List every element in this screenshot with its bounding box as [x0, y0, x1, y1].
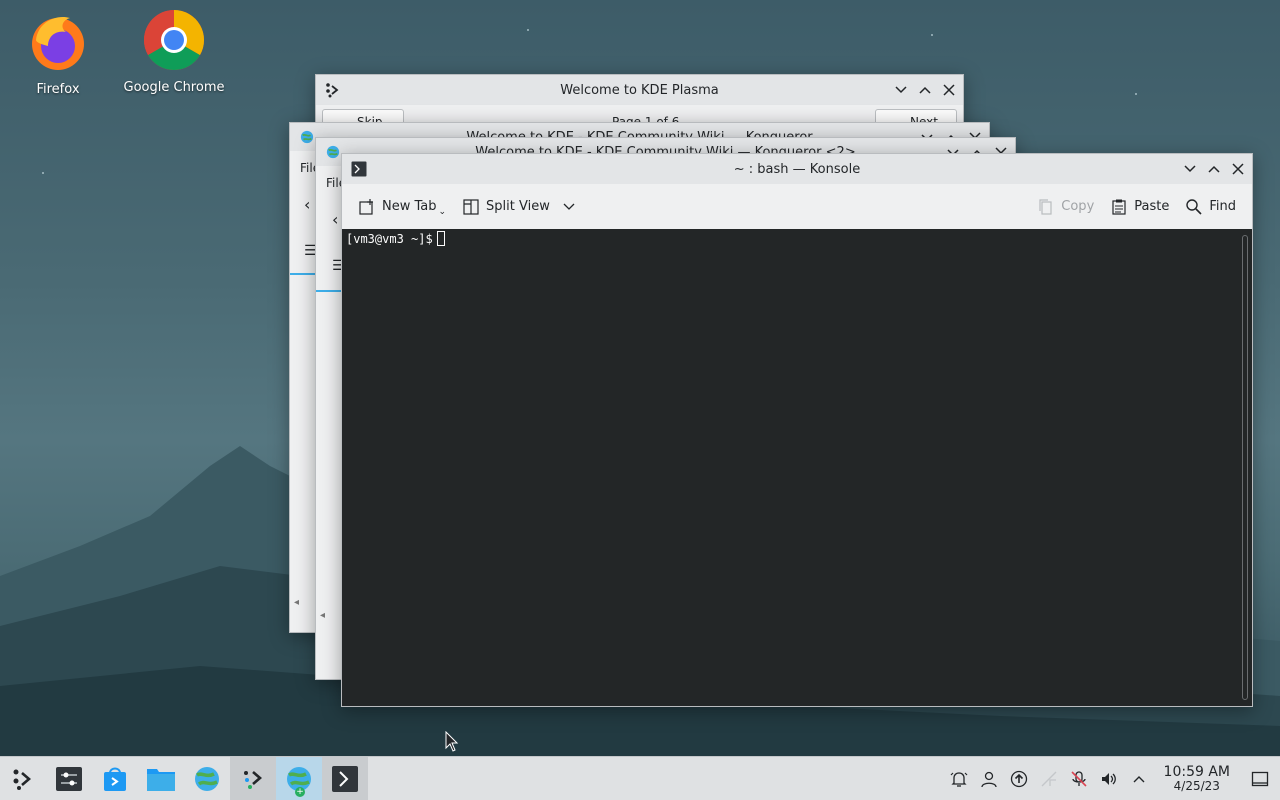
tab-indicator — [316, 290, 342, 292]
star — [931, 34, 933, 36]
maximize-button[interactable] — [915, 80, 935, 100]
chrome-icon — [143, 9, 205, 71]
shell-prompt: [vm3@vm3 ~]$ — [346, 232, 433, 246]
plasma-icon — [322, 79, 344, 101]
konsole-icon — [332, 765, 358, 792]
taskbar: + 10:59 AM 4/25/23 — [0, 756, 1280, 800]
desktop-icon-firefox[interactable]: Firefox — [3, 10, 113, 97]
task-konsole[interactable] — [322, 756, 368, 800]
plasma-icon — [244, 770, 262, 789]
clock-date: 4/25/23 — [1173, 779, 1220, 793]
terminal-area[interactable]: [vm3@vm3 ~]$ — [342, 229, 1252, 706]
desktop-icon-label: Firefox — [36, 82, 80, 97]
user-icon[interactable] — [974, 757, 1004, 800]
group-badge-icon: + — [295, 786, 305, 797]
back-icon[interactable]: ‹ — [332, 210, 338, 229]
firefox-icon — [32, 16, 84, 70]
volume-icon[interactable] — [1094, 757, 1124, 800]
notifications-icon[interactable] — [944, 757, 974, 800]
text-cursor — [436, 231, 445, 246]
window-title: Welcome to KDE Plasma — [560, 82, 719, 98]
chevron-up-icon[interactable] — [1124, 757, 1154, 800]
task-system-settings[interactable] — [46, 757, 92, 800]
mouse-cursor-icon — [445, 731, 459, 752]
tab-indicator — [290, 273, 318, 275]
star — [1135, 93, 1137, 95]
konsole-toolbar: New Tab ⌄ Split View Copy Paste Find — [342, 184, 1252, 229]
find-button[interactable]: Find — [1177, 194, 1244, 220]
task-konqueror-grouped[interactable]: + — [276, 756, 322, 800]
digital-clock[interactable]: 10:59 AM 4/25/23 — [1154, 765, 1240, 793]
minimize-button[interactable] — [891, 80, 911, 100]
microphone-muted-icon[interactable] — [1064, 757, 1094, 800]
window-title: ~ : bash — Konsole — [733, 161, 861, 177]
konsole-titlebar[interactable]: ~ : bash — Konsole — [342, 154, 1252, 184]
back-icon[interactable]: ‹ — [304, 195, 310, 214]
search-icon — [1186, 198, 1202, 215]
discover-bag-icon — [104, 767, 126, 791]
minimize-button[interactable] — [1180, 159, 1200, 179]
scroll-left-icon[interactable]: ◂ — [320, 610, 325, 621]
scroll-left-icon[interactable]: ◂ — [294, 597, 299, 608]
show-desktop-icon[interactable] — [1240, 757, 1280, 800]
update-icon[interactable] — [1004, 757, 1034, 800]
clock-time: 10:59 AM — [1163, 764, 1230, 780]
desktop-icon-label: Google Chrome — [123, 80, 225, 95]
copy-button[interactable]: Copy — [1029, 194, 1102, 220]
application-launcher-button[interactable] — [0, 757, 46, 800]
desktop-icon-google-chrome[interactable]: Google Chrome — [119, 8, 229, 95]
globe-icon — [195, 766, 219, 791]
konsole-icon — [348, 158, 370, 180]
chevron-down-icon: ⌄ — [438, 206, 447, 217]
find-label: Find — [1209, 199, 1236, 214]
new-tab-icon — [359, 198, 373, 215]
split-view-label: Split View — [486, 199, 550, 214]
paste-button[interactable]: Paste — [1102, 194, 1177, 220]
split-view-icon — [463, 198, 479, 215]
maximize-button[interactable] — [1204, 159, 1224, 179]
folder-icon — [147, 768, 175, 791]
new-tab-button[interactable]: New Tab ⌄ — [350, 193, 454, 221]
star — [42, 172, 44, 174]
settings-icon — [56, 766, 82, 791]
paste-icon — [1112, 199, 1126, 215]
welcome-titlebar[interactable]: Welcome to KDE Plasma — [316, 75, 963, 105]
terminal-scrollbar[interactable] — [1242, 235, 1248, 700]
copy-label: Copy — [1061, 199, 1095, 214]
konsole-window[interactable]: ~ : bash — Konsole New Tab ⌄ Split View … — [341, 153, 1253, 707]
copy-icon — [1039, 198, 1052, 215]
split-view-button[interactable]: Split View — [454, 194, 584, 220]
star — [527, 29, 529, 31]
close-button[interactable] — [1228, 159, 1248, 179]
new-tab-label: New Tab — [382, 199, 437, 214]
task-welcome-center[interactable] — [230, 756, 276, 800]
system-tray: 10:59 AM 4/25/23 — [944, 757, 1280, 800]
plasma-launcher-icon — [13, 769, 31, 790]
paste-label: Paste — [1134, 199, 1170, 214]
task-dolphin[interactable] — [138, 757, 184, 800]
network-disconnected-icon[interactable] — [1034, 757, 1064, 800]
chevron-down-icon — [563, 203, 575, 210]
task-konqueror[interactable] — [184, 757, 230, 800]
close-button[interactable] — [939, 80, 959, 100]
task-discover[interactable] — [92, 757, 138, 800]
